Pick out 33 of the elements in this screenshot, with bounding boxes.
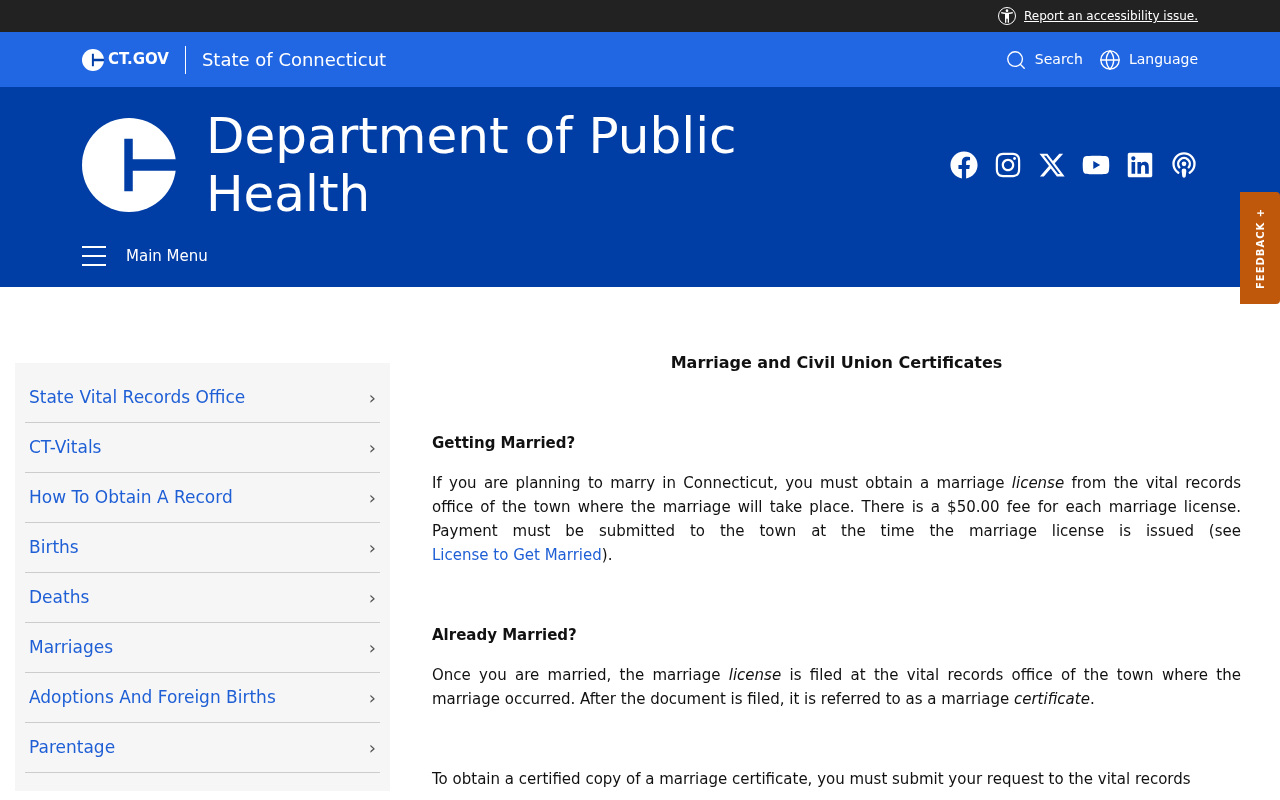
sidebar-item[interactable]: Births › xyxy=(25,523,380,573)
department-title: Department of Public Health xyxy=(206,107,738,223)
section-heading: Already Married? xyxy=(432,625,578,646)
paragraph: To obtain a certified copy of a marriage certificate, you must submit your request to the vital records xyxy=(432,769,1192,790)
paragraph: Once you are married, the marriage license is filed at the vital records office of the town where the marriage occurred. After the document is filed, it is referred to as a marriage certificate. xyxy=(432,665,1241,710)
search-button[interactable]: Search xyxy=(1004,48,1083,71)
sidebar-item[interactable]: State Vital Records Office › xyxy=(25,373,380,423)
page-title: Marriage and Civil Union Certificates xyxy=(669,352,1004,374)
brand-name: CT.GOV xyxy=(108,49,169,71)
department-logo-icon xyxy=(82,118,176,212)
instagram-icon[interactable] xyxy=(994,151,1022,179)
sidebar-item[interactable]: CT-Vitals › xyxy=(25,423,380,473)
language-button[interactable]: Language xyxy=(1098,48,1198,71)
accessibility-link[interactable]: Report an accessibility issue. xyxy=(1023,7,1198,25)
feedback-tab[interactable]: FEEDBACK + xyxy=(1240,192,1280,304)
menu-icon xyxy=(82,246,106,267)
facebook-icon[interactable] xyxy=(950,151,978,179)
state-name: State of Connecticut xyxy=(201,48,387,72)
paragraph: If you are planning to marry in Connecticut, you must obtain a marriage license from the vital records office of the town where the marriage will take place. There is a $50.00 fee for each marriage license. Payment must be submitted to the town at the time the marriage license is issued (see License to Get Married). xyxy=(432,473,1241,566)
sidebar-item[interactable]: Deaths › xyxy=(25,573,380,623)
globe-icon xyxy=(1098,48,1121,71)
ct-logo-icon xyxy=(82,48,104,71)
section-heading: Getting Married? xyxy=(432,433,577,454)
linkedin-icon[interactable] xyxy=(1126,151,1154,179)
text-link[interactable]: License to Get Married xyxy=(432,546,602,564)
search-icon xyxy=(1004,48,1027,71)
sidebar-item[interactable]: Parentage › xyxy=(25,723,380,773)
x-icon[interactable] xyxy=(1038,151,1066,179)
sidebar-item[interactable]: Marriages › xyxy=(25,623,380,673)
podcast-icon[interactable] xyxy=(1170,151,1198,179)
main-menu-button[interactable]: Main Menu xyxy=(82,245,208,268)
sidebar-item[interactable]: How To Obtain A Record › xyxy=(25,473,380,523)
sidebar-item[interactable]: Adoptions And Foreign Births › xyxy=(25,673,380,723)
